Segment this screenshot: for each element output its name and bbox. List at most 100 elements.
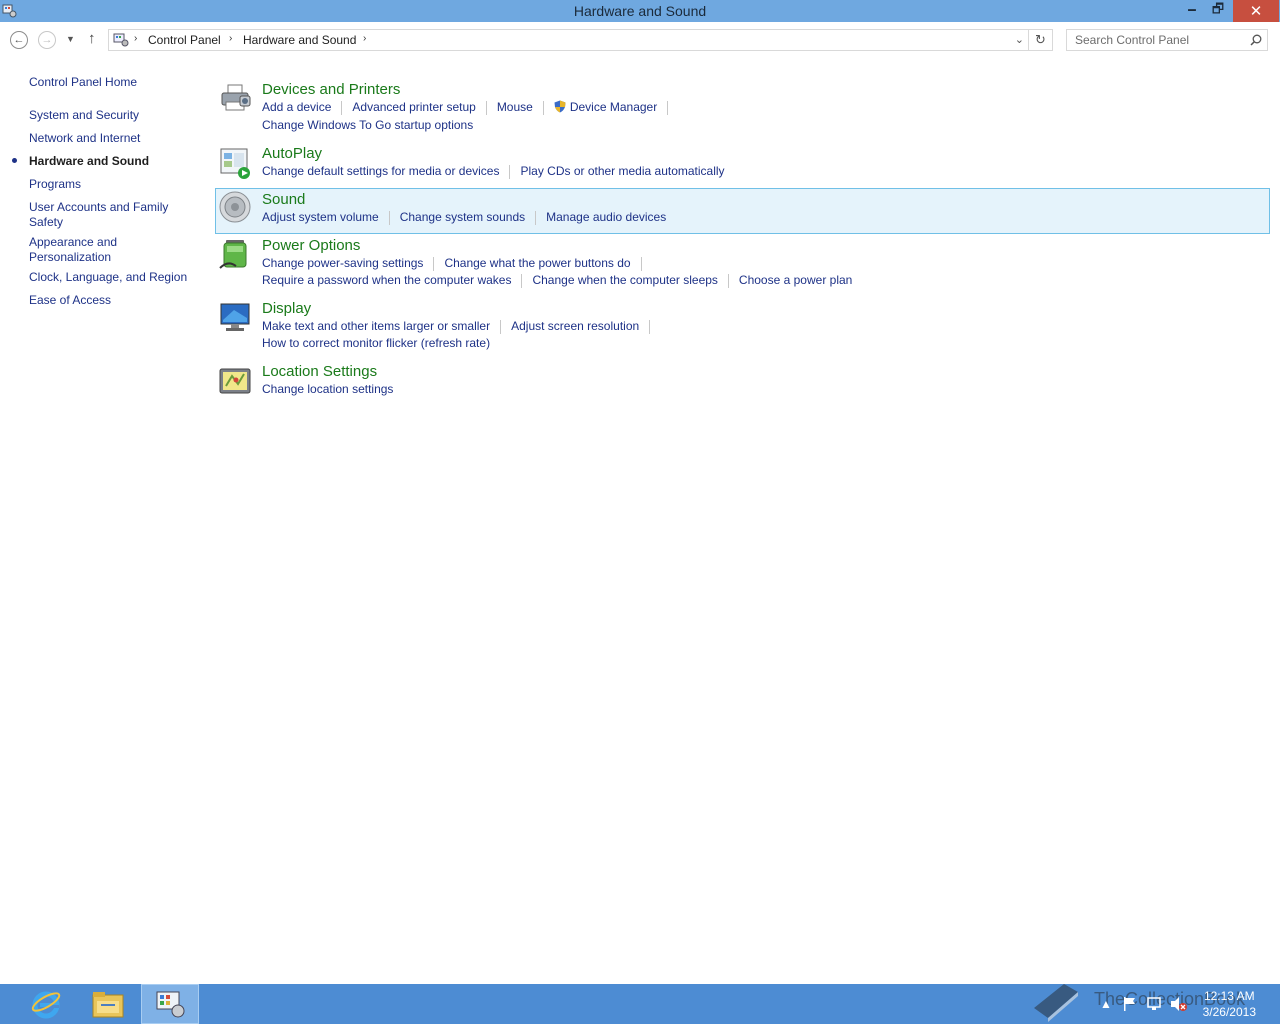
address-bar[interactable]: › Control Panel › Hardware and Sound › ⌄ bbox=[108, 29, 1029, 51]
category-title-devices-and-printers[interactable]: Devices and Printers bbox=[262, 81, 400, 98]
link-separator bbox=[535, 210, 537, 225]
link-row: Add a device Advanced printer setup Mouse D… bbox=[262, 100, 678, 115]
link-separator bbox=[500, 319, 502, 334]
link-choose-power-plan[interactable]: Choose a power plan bbox=[739, 273, 852, 287]
file-explorer-icon bbox=[92, 992, 124, 1018]
link-adjust-screen-resolution[interactable]: Adjust screen resolution bbox=[511, 319, 639, 333]
breadcrumb-separator[interactable]: › bbox=[363, 33, 366, 44]
link-change-power-saving-settings[interactable]: Change power-saving settings bbox=[262, 256, 423, 270]
link-row: Change Windows To Go startup options bbox=[262, 118, 473, 132]
recent-locations-button[interactable]: ▼ bbox=[66, 34, 75, 44]
sidebar-item-clock-language-region[interactable]: Clock, Language, and Region bbox=[29, 270, 194, 285]
link-advanced-printer-setup[interactable]: Advanced printer setup bbox=[352, 100, 475, 114]
link-change-location-settings[interactable]: Change location settings bbox=[262, 382, 393, 396]
location-icon[interactable] bbox=[218, 364, 252, 398]
link-separator bbox=[727, 273, 729, 288]
link-separator bbox=[521, 273, 523, 288]
search-box[interactable] bbox=[1066, 29, 1268, 51]
navigation-bar: ← → ▼ ↑ › Control Panel › Hardware and S… bbox=[0, 22, 1280, 60]
taskbar-internet-explorer[interactable] bbox=[17, 984, 75, 1024]
link-change-default-media-settings[interactable]: Change default settings for media or dev… bbox=[262, 164, 499, 178]
link-row: Change default settings for media or dev… bbox=[262, 164, 725, 179]
clock-date: 3/26/2013 bbox=[1202, 1005, 1256, 1019]
link-change-system-sounds[interactable]: Change system sounds bbox=[400, 210, 525, 224]
autoplay-icon[interactable] bbox=[218, 146, 252, 180]
link-separator bbox=[667, 100, 669, 115]
link-change-when-computer-sleeps[interactable]: Change when the computer sleeps bbox=[532, 273, 717, 287]
category-sound[interactable]: Sound Adjust system volume Change system … bbox=[215, 188, 1270, 234]
category-title-power-options[interactable]: Power Options bbox=[262, 237, 360, 254]
link-separator bbox=[341, 100, 343, 115]
uac-shield-icon bbox=[554, 100, 566, 113]
search-input[interactable] bbox=[1073, 32, 1247, 48]
link-row: Adjust system volume Change system sounds… bbox=[262, 210, 666, 225]
category-location-settings: Location Settings Change location settin… bbox=[215, 362, 1270, 402]
link-require-password-on-wake[interactable]: Require a password when the computer wak… bbox=[262, 273, 511, 287]
link-row: Change power-saving settings Change what … bbox=[262, 256, 652, 271]
current-page-bullet bbox=[12, 158, 17, 163]
link-separator bbox=[640, 256, 642, 271]
link-adjust-system-volume[interactable]: Adjust system volume bbox=[262, 210, 379, 224]
category-title-sound[interactable]: Sound bbox=[262, 191, 305, 208]
sidebar-item-appearance[interactable]: Appearance and Personalization bbox=[29, 235, 194, 265]
link-manage-audio-devices[interactable]: Manage audio devices bbox=[546, 210, 666, 224]
category-title-display[interactable]: Display bbox=[262, 300, 311, 317]
link-monitor-flicker[interactable]: How to correct monitor flicker (refresh … bbox=[262, 336, 490, 350]
link-mouse[interactable]: Mouse bbox=[497, 100, 533, 114]
system-clock[interactable]: 12:13 AM 3/26/2013 bbox=[1203, 988, 1256, 1020]
link-separator bbox=[542, 100, 544, 115]
printer-icon[interactable] bbox=[218, 82, 252, 116]
link-separator bbox=[649, 319, 651, 334]
clock-time: 12:13 AM bbox=[1203, 989, 1255, 1003]
link-row: Change location settings bbox=[262, 382, 393, 396]
restore-button[interactable]: 🗗 bbox=[1205, 0, 1231, 22]
sidebar-item-hardware-and-sound[interactable]: Hardware and Sound bbox=[29, 154, 194, 169]
forward-button[interactable]: → bbox=[38, 31, 56, 49]
category-title-autoplay[interactable]: AutoPlay bbox=[262, 145, 322, 162]
refresh-button[interactable]: ↻ bbox=[1029, 29, 1053, 51]
breadcrumb-separator[interactable]: › bbox=[134, 33, 137, 44]
close-button[interactable]: ✕ bbox=[1233, 0, 1279, 22]
speaker-icon[interactable] bbox=[218, 190, 252, 224]
up-button[interactable]: ↑ bbox=[88, 30, 96, 47]
show-hidden-icons-button[interactable]: ▲ bbox=[1100, 984, 1112, 1024]
link-play-cds-automatically[interactable]: Play CDs or other media automatically bbox=[520, 164, 724, 178]
battery-icon[interactable] bbox=[218, 238, 252, 272]
action-center-flag-icon[interactable] bbox=[1122, 996, 1138, 1012]
control-panel-icon bbox=[156, 991, 185, 1018]
breadcrumb-control-panel[interactable]: Control Panel bbox=[148, 33, 221, 47]
volume-muted-icon[interactable] bbox=[1170, 996, 1188, 1012]
link-windows-to-go[interactable]: Change Windows To Go startup options bbox=[262, 118, 473, 132]
link-row: Make text and other items larger or smal… bbox=[262, 319, 660, 334]
search-icon[interactable] bbox=[1250, 34, 1262, 46]
sidebar-item-user-accounts[interactable]: User Accounts and Family Safety bbox=[29, 200, 194, 230]
link-add-a-device[interactable]: Add a device bbox=[262, 100, 331, 114]
category-title-location-settings[interactable]: Location Settings bbox=[262, 363, 377, 380]
address-dropdown-button[interactable]: ⌄ bbox=[1015, 33, 1024, 46]
link-make-text-larger[interactable]: Make text and other items larger or smal… bbox=[262, 319, 490, 333]
sidebar-item-network-and-internet[interactable]: Network and Internet bbox=[29, 131, 194, 146]
sidebar-item-control-panel-home[interactable]: Control Panel Home bbox=[29, 75, 194, 90]
category-autoplay: AutoPlay Change default settings for med… bbox=[215, 144, 1270, 184]
control-panel-icon bbox=[113, 33, 129, 47]
link-separator bbox=[509, 164, 511, 179]
category-power-options: Power Options Change power-saving settin… bbox=[215, 236, 1270, 292]
link-device-manager[interactable]: Device Manager bbox=[570, 100, 657, 114]
internet-explorer-icon bbox=[31, 991, 61, 1019]
breadcrumb-separator[interactable]: › bbox=[229, 33, 232, 44]
link-change-power-buttons[interactable]: Change what the power buttons do bbox=[444, 256, 630, 270]
network-icon[interactable] bbox=[1146, 996, 1164, 1012]
category-display: Display Make text and other items larger… bbox=[215, 299, 1270, 355]
sidebar-item-system-and-security[interactable]: System and Security bbox=[29, 108, 194, 123]
taskbar-control-panel[interactable] bbox=[141, 984, 199, 1024]
sidebar-item-programs[interactable]: Programs bbox=[29, 177, 194, 192]
minimize-button[interactable]: 🗕 bbox=[1179, 0, 1205, 22]
breadcrumb-hardware-and-sound[interactable]: Hardware and Sound bbox=[243, 33, 356, 47]
sidebar-item-ease-of-access[interactable]: Ease of Access bbox=[29, 293, 194, 308]
monitor-icon[interactable] bbox=[218, 301, 252, 335]
link-separator bbox=[388, 210, 390, 225]
taskbar-file-explorer[interactable] bbox=[79, 984, 137, 1024]
taskbar: TheCollectionBook ▲ 12:13 AM 3/26/2013 bbox=[0, 984, 1280, 1024]
back-button[interactable]: ← bbox=[10, 31, 28, 49]
link-separator bbox=[433, 256, 435, 271]
